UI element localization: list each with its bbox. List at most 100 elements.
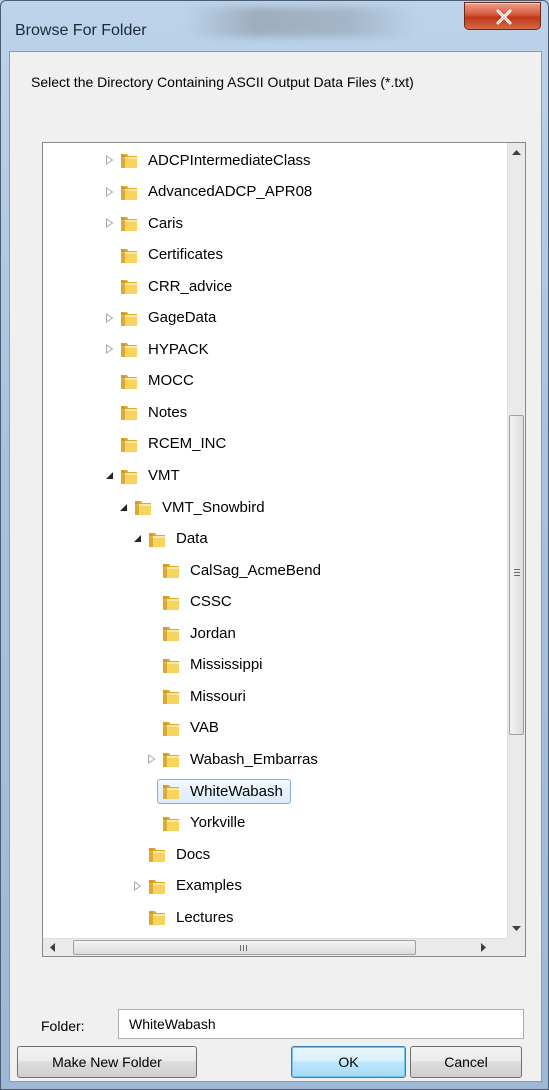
tree-item-label: Examples: [176, 877, 242, 895]
scroll-up-arrow[interactable]: [508, 143, 525, 160]
folder-icon-wrapper: [161, 781, 181, 801]
tree-item[interactable]: Jordan: [143, 618, 244, 648]
tree-item[interactable]: CalSag_AcmeBend: [143, 555, 329, 585]
scroll-grip-icon: [514, 569, 520, 577]
tree-item-content[interactable]: MOCC: [115, 368, 202, 393]
folder-icon-wrapper: [161, 592, 181, 612]
horizontal-scroll-thumb[interactable]: [73, 940, 416, 955]
window-title: Browse For Folder: [15, 22, 147, 39]
tree-item-content[interactable]: CalSag_AcmeBend: [157, 558, 329, 583]
folder-icon-wrapper: [147, 876, 167, 896]
scroll-left-arrow[interactable]: [43, 939, 60, 956]
tree-item-label: Missouri: [190, 687, 246, 705]
scroll-down-arrow[interactable]: [508, 920, 525, 937]
vertical-scroll-thumb[interactable]: [509, 415, 524, 735]
folder-icon: [163, 564, 179, 579]
expand-arrow-icon: [105, 218, 113, 229]
scroll-right-arrow[interactable]: [475, 939, 492, 956]
folder-icon: [149, 532, 165, 547]
tree-item[interactable]: WhiteWabash: [143, 776, 291, 806]
folder-input[interactable]: [118, 1009, 524, 1039]
tree-item-label: Notes: [148, 403, 188, 421]
close-button[interactable]: [464, 2, 541, 30]
tree-item[interactable]: VAB: [143, 713, 227, 743]
expand-arrow-icon: [105, 344, 113, 355]
tree-item[interactable]: Examples: [129, 871, 250, 901]
tree-item-label: Wabash_Embarras: [190, 750, 318, 768]
tree-item-content[interactable]: VMT_Snowbird: [129, 495, 273, 520]
tree-item[interactable]: GageData: [101, 303, 224, 333]
tree-item-content[interactable]: Mississippi: [157, 652, 271, 677]
tree-item-content[interactable]: Examples: [143, 873, 250, 898]
make-new-folder-button[interactable]: Make New Folder: [17, 1046, 197, 1078]
folder-icon: [121, 154, 137, 168]
tree-item[interactable]: Data: [129, 524, 216, 554]
tree-item-label: Caris: [148, 214, 184, 232]
tree-item[interactable]: RCEM_INC: [101, 429, 234, 459]
tree-item-content[interactable]: WhiteWabash: [157, 778, 291, 804]
tree-item-content[interactable]: VAB: [157, 715, 227, 740]
tree-item-label: Data: [176, 530, 208, 548]
tree-item-label: VAB: [190, 719, 219, 737]
chevron-right-icon: [480, 943, 486, 952]
tree-item-content[interactable]: Caris: [115, 211, 191, 236]
ok-button[interactable]: OK: [291, 1046, 406, 1078]
tree-item-content[interactable]: CRR_advice: [115, 274, 240, 299]
folder-icon-wrapper: [147, 844, 167, 864]
tree-item-content[interactable]: Yorkville: [157, 810, 253, 835]
tree-item[interactable]: Docs: [129, 839, 218, 869]
tree-item[interactable]: CRR_advice: [101, 271, 240, 301]
tree-item[interactable]: CSSC: [143, 587, 240, 617]
folder-icon-wrapper: [119, 339, 139, 359]
tree-item[interactable]: Lectures: [129, 902, 242, 932]
tree-item[interactable]: MOCC: [101, 366, 202, 396]
folder-icon-wrapper: [119, 434, 139, 454]
tree-item-label: Jordan: [190, 624, 236, 642]
tree-item-content[interactable]: Certificates: [115, 242, 231, 267]
scroll-grip-icon: [240, 945, 248, 951]
folder-icon-wrapper: [147, 907, 167, 927]
tree-item-content[interactable]: Data: [143, 526, 216, 551]
tree-item-content[interactable]: Missouri: [157, 684, 254, 709]
tree-item[interactable]: Mississippi: [143, 650, 271, 680]
folder-tree[interactable]: ADCPIntermediateClass AdvancedADCP_APR08 C…: [42, 142, 526, 957]
cancel-button[interactable]: Cancel: [410, 1046, 522, 1078]
tree-item-content[interactable]: Lectures: [143, 905, 242, 930]
tree-item-label: ADCPIntermediateClass: [148, 151, 311, 169]
tree-item-content[interactable]: AdvancedADCP_APR08: [115, 179, 320, 204]
tree-item[interactable]: Wabash_Embarras: [143, 744, 326, 774]
tree-item-content[interactable]: Wabash_Embarras: [157, 747, 326, 772]
tree-item[interactable]: Caris: [101, 208, 191, 238]
tree-item-content[interactable]: Jordan: [157, 621, 244, 646]
collapse-arrow-icon: [133, 535, 141, 543]
folder-icon: [121, 248, 137, 263]
collapse-arrow-icon: [105, 472, 113, 479]
tree-item-content[interactable]: HYPACK: [115, 337, 217, 362]
tree-item-label: Lectures: [176, 908, 234, 926]
tree-item[interactable]: AdvancedADCP_APR08: [101, 177, 320, 207]
tree-item-label: VMT_Snowbird: [162, 498, 265, 516]
tree-item[interactable]: ADCPIntermediateClass: [101, 145, 319, 175]
tree-item-label: HYPACK: [148, 340, 209, 358]
tree-item[interactable]: Yorkville: [143, 808, 253, 838]
tree-item[interactable]: Certificates: [101, 240, 231, 270]
tree-item-content[interactable]: ADCPIntermediateClass: [115, 148, 319, 173]
tree-item-content[interactable]: RCEM_INC: [115, 431, 234, 456]
tree-item-content[interactable]: CSSC: [157, 589, 240, 614]
tree-item[interactable]: Notes: [101, 397, 195, 427]
tree-item[interactable]: Missouri: [143, 681, 254, 711]
tree-item-content[interactable]: GageData: [115, 305, 224, 330]
tree-item[interactable]: HYPACK: [101, 334, 217, 364]
folder-icon-wrapper: [119, 466, 139, 486]
tree-item-content[interactable]: Docs: [143, 842, 218, 867]
tree-item[interactable]: VMT: [101, 461, 188, 491]
folder-icon-wrapper: [119, 308, 139, 328]
horizontal-scrollbar[interactable]: [43, 938, 508, 956]
vertical-scrollbar[interactable]: [507, 143, 525, 938]
tree-item-content[interactable]: VMT: [115, 463, 188, 488]
folder-icon-wrapper: [119, 402, 139, 422]
tree-item[interactable]: VMT_Snowbird: [115, 492, 273, 522]
tree-item-content[interactable]: Notes: [115, 400, 195, 425]
folder-icon-wrapper: [119, 371, 139, 391]
tree-item-label: Docs: [176, 845, 211, 863]
